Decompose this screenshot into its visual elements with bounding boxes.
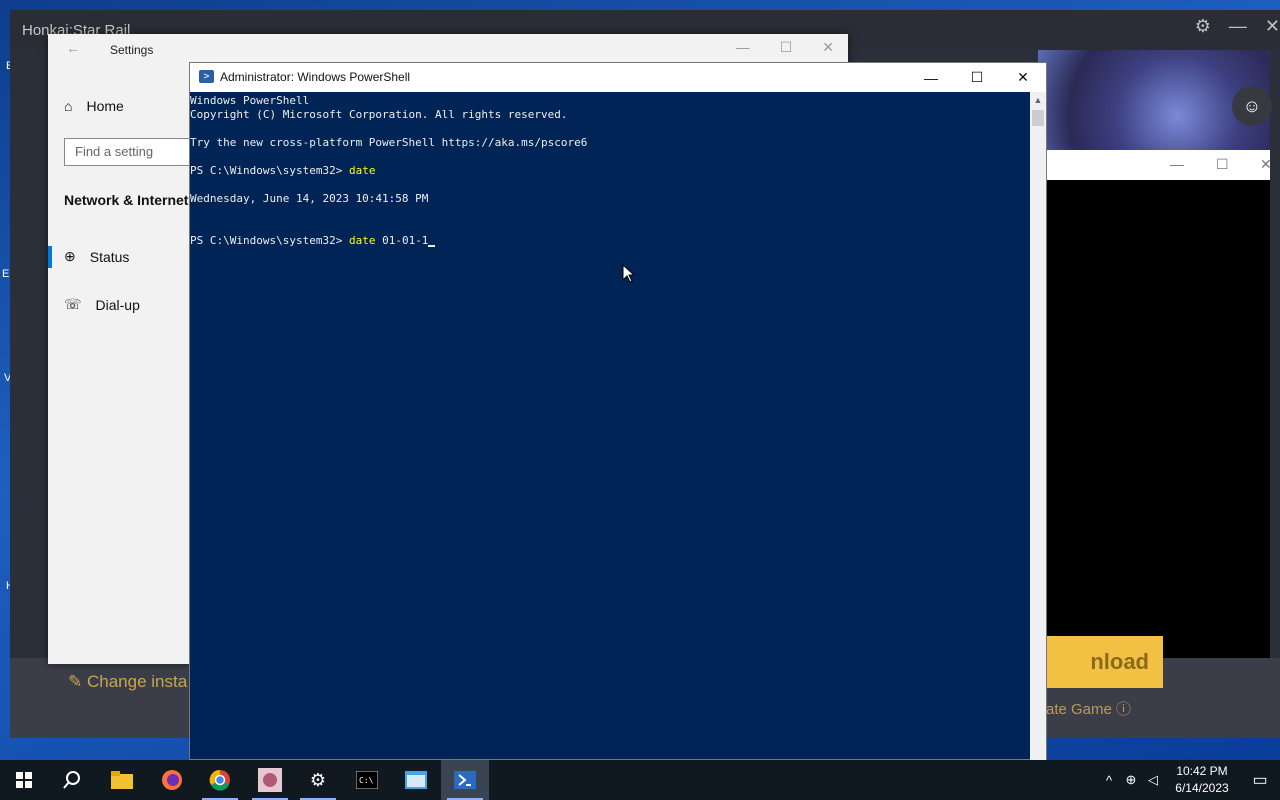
clock[interactable]: 10:42 PM 6/14/2023 [1164, 763, 1240, 797]
locate-game-link[interactable]: ate Game ⓘ [1046, 698, 1131, 719]
console-line: Try the new cross-platform PowerShell ht… [190, 136, 588, 149]
settings-home-link[interactable]: ⌂ Home [64, 98, 124, 114]
close-icon[interactable]: ✕ [1260, 156, 1272, 173]
help-icon: ⓘ [1116, 701, 1132, 718]
nav-item-status[interactable]: ⊕ Status [64, 248, 129, 265]
console-command: date [348, 164, 376, 177]
settings-section-title: Network & Internet [64, 192, 189, 208]
nav-active-indicator [48, 246, 52, 268]
minimize-icon[interactable]: — [1170, 156, 1184, 172]
minimize-icon[interactable]: — [1229, 16, 1247, 37]
system-tray: ^ ⊕ ◁ 10:42 PM 6/14/2023 ▭ [1098, 760, 1280, 800]
change-install-link[interactable]: ✎ Change insta [68, 672, 187, 692]
search-icon[interactable] [48, 760, 96, 800]
maximize-icon[interactable]: ☐ [780, 39, 793, 56]
settings-titlebar: ← Settings — ☐ ✕ [48, 34, 848, 64]
game-icon[interactable] [246, 760, 294, 800]
text-cursor [428, 245, 436, 247]
game-content-panel [1038, 180, 1270, 658]
edit-icon: ✎ [68, 672, 83, 691]
gear-icon[interactable]: ⚙ [294, 760, 342, 800]
dialup-icon: ☏ [64, 296, 82, 312]
notification-icon[interactable]: ▭ [1240, 770, 1280, 790]
home-icon: ⌂ [64, 98, 73, 114]
taskbar: ⚙ C:\ ^ ⊕ ◁ 10:42 PM 6/14/2023 ▭ [0, 760, 1280, 800]
back-arrow-icon[interactable]: ← [66, 40, 80, 56]
minimize-icon[interactable]: — [736, 39, 750, 56]
powershell-console[interactable]: Windows PowerShell Copyright (C) Microso… [190, 92, 1030, 760]
powershell-window: > Administrator: Windows PowerShell — ☐ … [189, 62, 1047, 760]
windows-icon[interactable] [0, 760, 48, 800]
nav-item-dialup[interactable]: ☏ Dial-up [64, 296, 140, 313]
firefox-icon[interactable] [148, 760, 196, 800]
download-button[interactable]: nload [1038, 636, 1163, 688]
console-prompt-line: PS C:\Windows\system32> date [190, 164, 375, 178]
close-icon[interactable]: ✕ [1265, 16, 1280, 37]
console-command-args: 01-01-1 [375, 234, 429, 247]
settings-title: Settings [110, 43, 154, 57]
console-line: Copyright (C) Microsoft Corporation. All… [190, 108, 568, 121]
gear-icon[interactable]: ⚙ [1195, 16, 1211, 37]
globe-icon: ⊕ [64, 248, 76, 264]
powershell-scrollbar[interactable]: ▲ [1030, 92, 1046, 760]
window-icon[interactable] [392, 760, 440, 800]
svg-text:C:\: C:\ [359, 776, 374, 785]
console-prompt: PS C:\Windows\system32> [190, 234, 349, 247]
mouse-pointer-icon [622, 264, 636, 283]
close-button[interactable]: ✕ [1000, 63, 1046, 92]
powershell-titlebar: > Administrator: Windows PowerShell — ☐ … [190, 63, 1046, 92]
clock-date: 6/14/2023 [1175, 781, 1229, 795]
maximize-button[interactable]: ☐ [954, 63, 1000, 92]
discord-icon[interactable]: ☺ [1232, 86, 1272, 126]
scroll-thumb[interactable] [1032, 110, 1044, 126]
powershell-icon: > [199, 70, 214, 83]
close-icon[interactable]: ✕ [822, 39, 834, 56]
game-subwindow-titlebar: — ☐ ✕ [1038, 150, 1272, 180]
desktop-icon-label: E [2, 268, 10, 280]
console-prompt: PS C:\Windows\system32> [190, 164, 349, 177]
volume-icon[interactable]: ◁ [1142, 772, 1164, 788]
console-output-line: Wednesday, June 14, 2023 10:41:58 PM [190, 192, 429, 205]
chevron-up-icon[interactable]: ^ [1098, 773, 1120, 788]
powershell-title: Administrator: Windows PowerShell [220, 70, 411, 84]
clock-time: 10:42 PM [1176, 764, 1228, 778]
network-icon[interactable]: ⊕ [1120, 772, 1142, 788]
powershell-icon[interactable] [441, 760, 489, 800]
console-prompt-line: PS C:\Windows\system32> date 01-01-1 [190, 234, 436, 248]
minimize-button[interactable]: — [908, 63, 954, 92]
terminal-icon[interactable]: C:\ [343, 760, 391, 800]
chrome-icon[interactable] [196, 760, 244, 800]
scroll-up-icon[interactable]: ▲ [1030, 92, 1046, 108]
console-command: date [348, 234, 376, 247]
console-line: Windows PowerShell [190, 94, 310, 107]
folder-icon[interactable] [98, 760, 146, 800]
maximize-icon[interactable]: ☐ [1216, 156, 1229, 173]
